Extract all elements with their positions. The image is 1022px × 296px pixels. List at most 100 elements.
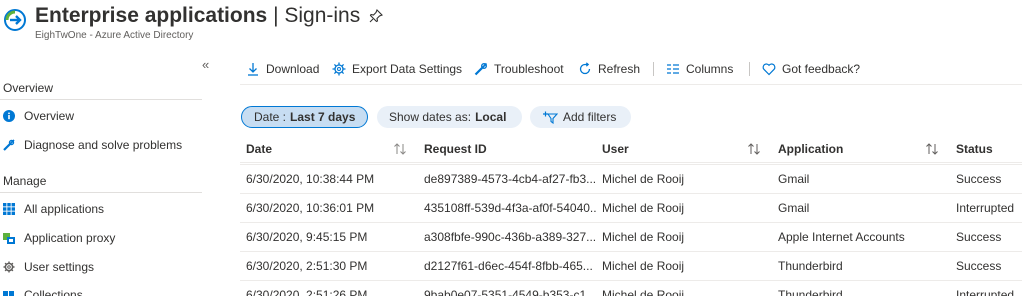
- show-dates-pill[interactable]: Show dates as: Local: [377, 106, 522, 128]
- sidebar-item-label: Diagnose and solve problems: [24, 138, 183, 152]
- cell-user: Michel de Rooij: [602, 230, 685, 244]
- gear-icon: [332, 62, 346, 76]
- date-filter-pill[interactable]: Date : Last 7 days: [241, 106, 368, 128]
- table-row[interactable]: 6/30/2020, 10:36:01 PM 435108ff-539d-4f3…: [240, 193, 1022, 222]
- toolbar-divider: [653, 62, 654, 76]
- sidebar-item-collections[interactable]: Collections: [0, 285, 205, 296]
- sidebar-item-application-proxy[interactable]: Application proxy: [0, 228, 205, 250]
- cell-request-id: 435108ff-539d-4f3a-af0f-54040...: [424, 201, 596, 215]
- cell-request-id: a308fbfe-990c-436b-a389-327...: [424, 230, 596, 244]
- show-dates-value: Local: [475, 110, 507, 124]
- cell-status: Success: [956, 259, 1002, 273]
- sidebar-item-overview[interactable]: Overview: [0, 106, 205, 128]
- wrench-icon: [474, 62, 488, 76]
- section-heading-manage: Manage: [3, 174, 47, 188]
- pin-icon[interactable]: [368, 8, 384, 24]
- cell-date: 6/30/2020, 9:45:15 PM: [246, 230, 368, 244]
- show-dates-label: Show dates as:: [389, 110, 472, 124]
- info-icon: [3, 110, 15, 122]
- date-filter-label: Date :: [254, 110, 287, 124]
- table-row[interactable]: 6/30/2020, 10:38:44 PM de897389-4573-4cb…: [240, 164, 1022, 193]
- collapse-sidebar-button[interactable]: «: [202, 57, 209, 72]
- sidebar-item-label: Application proxy: [24, 231, 116, 245]
- add-filters-label: Add filters: [563, 110, 617, 124]
- date-filter-value: Last 7 days: [290, 110, 356, 124]
- page-subtitle: EighTwOne - Azure Active Directory: [35, 30, 194, 41]
- cell-date: 6/30/2020, 10:36:01 PM: [246, 201, 375, 215]
- cell-request-id: d2127f61-d6ec-454f-8fbb-465...: [424, 259, 593, 273]
- troubleshoot-button[interactable]: Troubleshoot: [474, 59, 564, 79]
- download-icon: [248, 63, 258, 76]
- cell-user: Michel de Rooij: [602, 201, 685, 215]
- page-title: Enterprise applications | Sign-ins: [35, 4, 360, 28]
- cell-request-id: de897389-4573-4cb4-af27-fb3...: [424, 172, 596, 186]
- column-header-request-id[interactable]: Request ID: [424, 136, 487, 162]
- cell-date: 6/30/2020, 2:51:30 PM: [246, 259, 368, 273]
- cell-status: Interrupted: [956, 288, 1015, 296]
- enterprise-apps-logo-icon: [4, 9, 26, 31]
- section-divider: [0, 99, 202, 100]
- gear-icon: [3, 261, 15, 273]
- collections-icon: [3, 291, 14, 296]
- sort-icon[interactable]: [747, 143, 761, 155]
- table-row[interactable]: 6/30/2020, 2:51:26 PM 9bab0e07-5351-4549…: [240, 280, 1022, 296]
- cell-date: 6/30/2020, 2:51:26 PM: [246, 288, 368, 296]
- table-row[interactable]: 6/30/2020, 9:45:15 PM a308fbfe-990c-436b…: [240, 222, 1022, 251]
- columns-button[interactable]: Columns: [666, 59, 733, 79]
- column-header-application[interactable]: Application: [778, 136, 843, 162]
- sort-icon[interactable]: [925, 143, 939, 155]
- title-separator: |: [267, 4, 285, 27]
- cell-request-id: 9bab0e07-5351-4549-b353-c1...: [424, 288, 596, 296]
- sort-icon[interactable]: [393, 143, 407, 155]
- grid-icon: [3, 203, 15, 215]
- troubleshoot-label: Troubleshoot: [494, 62, 564, 76]
- export-label: Export Data Settings: [352, 62, 463, 76]
- command-bar: Download Export Data Settings Troublesho…: [240, 56, 1022, 82]
- cell-date: 6/30/2020, 10:38:44 PM: [246, 172, 375, 186]
- sidebar: « Overview Overview Diagnose and solve p…: [0, 52, 212, 296]
- feedback-label: Got feedback?: [782, 62, 861, 76]
- wrench-icon: [3, 139, 15, 151]
- cell-user: Michel de Rooij: [602, 288, 685, 296]
- sidebar-item-all-applications[interactable]: All applications: [0, 199, 205, 221]
- page-header: Enterprise applications | Sign-ins EighT…: [0, 0, 1022, 48]
- sidebar-item-label: All applications: [24, 202, 105, 216]
- heart-icon: [762, 63, 776, 76]
- cell-application: Thunderbird: [778, 288, 843, 296]
- sidebar-item-user-settings[interactable]: User settings: [0, 257, 205, 279]
- cell-application: Gmail: [778, 172, 810, 186]
- refresh-label: Refresh: [598, 62, 641, 76]
- sidebar-item-diagnose[interactable]: Diagnose and solve problems: [0, 135, 205, 157]
- sidebar-item-label: User settings: [24, 260, 95, 274]
- columns-label: Columns: [686, 62, 734, 76]
- column-header-date[interactable]: Date: [246, 136, 272, 162]
- section-divider: [0, 192, 202, 193]
- header-divider: [240, 162, 1022, 163]
- title-sub: Sign-ins: [284, 4, 361, 27]
- cell-status: Success: [956, 230, 1002, 244]
- title-main: Enterprise applications: [35, 4, 268, 27]
- column-header-user[interactable]: User: [602, 136, 629, 162]
- download-label: Download: [266, 62, 320, 76]
- sidebar-item-label: Collections: [24, 288, 83, 296]
- section-heading-overview: Overview: [3, 81, 54, 95]
- cell-application: Thunderbird: [778, 259, 843, 273]
- cell-user: Michel de Rooij: [602, 172, 685, 186]
- refresh-icon: [579, 62, 591, 75]
- toolbar-divider-line: [240, 84, 1022, 85]
- export-data-settings-button[interactable]: Export Data Settings: [332, 59, 462, 79]
- proxy-icon: [3, 233, 15, 244]
- add-filters-button[interactable]: Add filters: [530, 106, 631, 128]
- table-row[interactable]: 6/30/2020, 2:51:30 PM d2127f61-d6ec-454f…: [240, 251, 1022, 280]
- cell-user: Michel de Rooij: [602, 259, 685, 273]
- download-button[interactable]: Download: [246, 59, 319, 79]
- feedback-button[interactable]: Got feedback?: [762, 59, 860, 79]
- cell-status: Interrupted: [956, 201, 1015, 215]
- toolbar-divider: [749, 62, 750, 76]
- cell-application: Gmail: [778, 201, 810, 215]
- column-header-status[interactable]: Status: [956, 136, 993, 162]
- refresh-button[interactable]: Refresh: [578, 59, 640, 79]
- columns-icon: [667, 64, 679, 74]
- cell-application: Apple Internet Accounts: [778, 230, 905, 244]
- add-filter-icon: [543, 111, 558, 124]
